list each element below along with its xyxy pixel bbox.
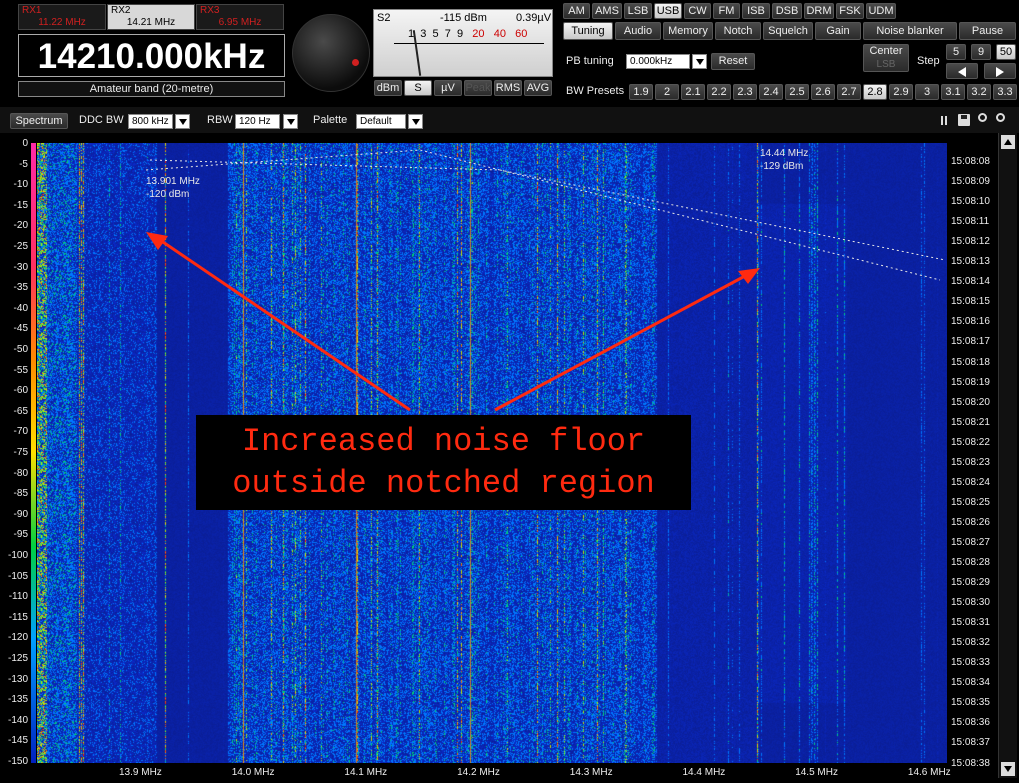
annotation-line-1: Increased noise floor <box>241 423 646 460</box>
annotation-text: Increased noise floor outside notched re… <box>196 421 691 505</box>
time-tick-label: 15:08:26 <box>951 516 990 528</box>
time-tick-label: 15:08:19 <box>951 376 990 388</box>
arrow-right-head-icon <box>738 268 760 284</box>
time-tick-label: 15:08:21 <box>951 416 990 428</box>
time-tick-label: 15:08:12 <box>951 236 990 248</box>
scroll-up-button[interactable] <box>1001 135 1015 149</box>
annotation-overlay <box>145 149 946 412</box>
time-tick-label: 15:08:13 <box>951 256 990 268</box>
time-tick-label: 15:08:24 <box>951 476 990 488</box>
arrow-right-line <box>494 274 746 412</box>
frequency-tick-label: 14.2 MHz <box>457 767 500 778</box>
time-tick-label: 15:08:17 <box>951 336 990 348</box>
time-tick-label: 15:08:16 <box>951 316 990 328</box>
marker-trace-1 <box>145 149 941 281</box>
scroll-down-icon <box>1004 766 1012 772</box>
scroll-down-button[interactable] <box>1001 762 1015 776</box>
time-tick-label: 15:08:31 <box>951 617 990 629</box>
time-tick-label: 15:08:18 <box>951 356 990 368</box>
frequency-tick-label: 14.0 MHz <box>231 767 275 778</box>
time-tick-label: 15:08:10 <box>951 196 990 208</box>
frequency-tick-label: 14.5 MHz <box>795 767 838 778</box>
frequency-tick-label: 14.6 MHz <box>907 767 951 778</box>
time-tick-label: 15:08:36 <box>951 717 990 729</box>
annotation-line-2: outside notched region <box>232 465 655 502</box>
time-tick-label: 15:08:29 <box>951 577 990 589</box>
arrow-left-head-icon <box>146 232 168 250</box>
time-tick-label: 15:08:32 <box>951 637 990 649</box>
time-tick-label: 15:08:08 <box>951 156 990 167</box>
time-tick-label: 15:08:27 <box>951 536 990 548</box>
scroll-up-icon <box>1004 139 1012 145</box>
marker-trace-2 <box>149 159 946 261</box>
time-tick-label: 15:08:11 <box>951 216 990 228</box>
time-tick-label: 15:08:23 <box>951 456 990 468</box>
frequency-tick-label: 14.3 MHz <box>569 767 613 778</box>
time-tick-label: 15:08:15 <box>951 296 990 308</box>
time-tick-label: 15:08:09 <box>951 176 990 188</box>
waterfall-scrollbar[interactable] <box>998 133 1017 778</box>
annotation-box: Increased noise floor outside notched re… <box>196 415 691 510</box>
time-tick-label: 15:08:30 <box>951 597 990 609</box>
time-tick-label: 15:08:34 <box>951 677 990 689</box>
frequency-tick-label: 14.4 MHz <box>682 767 726 778</box>
time-tick-label: 15:08:33 <box>951 657 990 669</box>
time-tick-label: 15:08:38 <box>951 757 990 769</box>
time-tick-label: 15:08:37 <box>951 737 990 749</box>
time-tick-label: 15:08:22 <box>951 436 990 448</box>
time-tick-label: 15:08:25 <box>951 496 990 508</box>
frequency-tick-label: 13.9 MHz <box>119 767 162 778</box>
frequency-tick-label: 14.1 MHz <box>344 767 388 778</box>
time-tick-label: 15:08:35 <box>951 697 990 709</box>
time-tick-label: 15:08:14 <box>951 276 990 288</box>
time-tick-label: 15:08:28 <box>951 557 990 568</box>
time-tick-label: 15:08:20 <box>951 396 990 408</box>
arrow-left-line <box>159 238 411 412</box>
